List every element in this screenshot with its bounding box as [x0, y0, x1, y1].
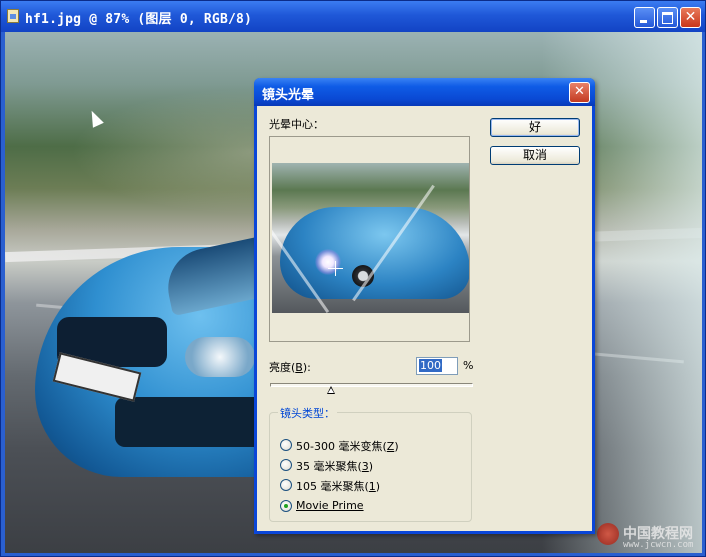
- brightness-label-text: 亮度: [269, 361, 291, 374]
- dialog-title-bar[interactable]: 镜头光晕 ✕: [254, 78, 595, 106]
- lens-type-legend: 镜头类型：: [278, 405, 337, 421]
- cancel-button[interactable]: 取消: [490, 146, 580, 165]
- brightness-value: 100: [419, 359, 442, 372]
- minimize-icon: [635, 8, 654, 27]
- close-icon: ✕: [684, 9, 697, 25]
- watermark-logo-icon: [597, 523, 619, 545]
- lens-option-label: Movie Prime: [296, 499, 364, 512]
- flare-preview[interactable]: [272, 163, 469, 313]
- lens-option-label: 105 毫米聚焦(1): [296, 480, 381, 493]
- watermark-url: www.jcwcn.com: [623, 540, 694, 550]
- maximize-button[interactable]: [657, 7, 678, 28]
- car-headlamp: [185, 337, 255, 377]
- mouse-cursor-icon: [86, 108, 104, 128]
- lens-option-label: 50-300 毫米变焦(Z): [296, 440, 399, 453]
- ok-button[interactable]: 好: [490, 118, 580, 137]
- maximize-icon: [658, 8, 677, 27]
- document-title-bar[interactable]: hf1.jpg @ 87% (图层 0, RGB/8) ✕: [1, 1, 705, 32]
- flare-center-crosshair-icon[interactable]: [328, 261, 343, 276]
- brightness-input[interactable]: 100: [416, 357, 458, 375]
- brightness-label: 亮度(B):: [269, 361, 311, 374]
- lens-option-key: Z: [386, 440, 395, 453]
- flare-preview-frame: [269, 136, 470, 342]
- brightness-unit: %: [463, 359, 474, 372]
- brightness-slider[interactable]: [270, 383, 473, 387]
- document-title: hf1.jpg @ 87% (图层 0, RGB/8): [25, 12, 253, 27]
- lens-flare-dialog: 镜头光晕 ✕ 光晕中心： 好 取消 亮度(B): 100 % 镜头类型： 50-…: [254, 78, 595, 534]
- brightness-label-colon: :: [307, 361, 311, 374]
- lens-option-35[interactable]: 35 毫米聚焦(3): [280, 458, 470, 474]
- lens-option-text: 35 毫米聚焦: [296, 460, 358, 473]
- lens-option-50-300[interactable]: 50-300 毫米变焦(Z): [280, 438, 470, 454]
- flare-center-label: 光晕中心：: [269, 118, 324, 131]
- lens-option-105[interactable]: 105 毫米聚焦(1): [280, 478, 470, 494]
- close-button[interactable]: ✕: [680, 7, 701, 28]
- dialog-close-button[interactable]: ✕: [569, 82, 590, 103]
- radio-button-selected[interactable]: [280, 500, 292, 512]
- lens-option-key: 3: [361, 460, 369, 473]
- lens-option-text: 105 毫米聚焦: [296, 480, 365, 493]
- close-icon: ✕: [574, 84, 585, 99]
- lens-option-text: 50-300 毫米变焦: [296, 440, 383, 453]
- lens-option-movie-prime[interactable]: Movie Prime: [280, 499, 470, 515]
- radio-button[interactable]: [280, 459, 292, 471]
- lens-option-label: 35 毫米聚焦(3): [296, 460, 374, 473]
- radio-button[interactable]: [280, 439, 292, 451]
- document-icon: [7, 9, 19, 23]
- watermark: 中国教程网 www.jcwcn.com: [597, 521, 703, 553]
- lens-option-key: 1: [368, 480, 376, 493]
- lens-option-text: Movie Prime: [296, 499, 364, 512]
- brightness-accelerator: B: [295, 361, 303, 374]
- brightness-slider-thumb[interactable]: [326, 386, 335, 394]
- radio-button[interactable]: [280, 479, 292, 491]
- minimize-button[interactable]: [634, 7, 655, 28]
- dialog-title: 镜头光晕: [262, 88, 315, 103]
